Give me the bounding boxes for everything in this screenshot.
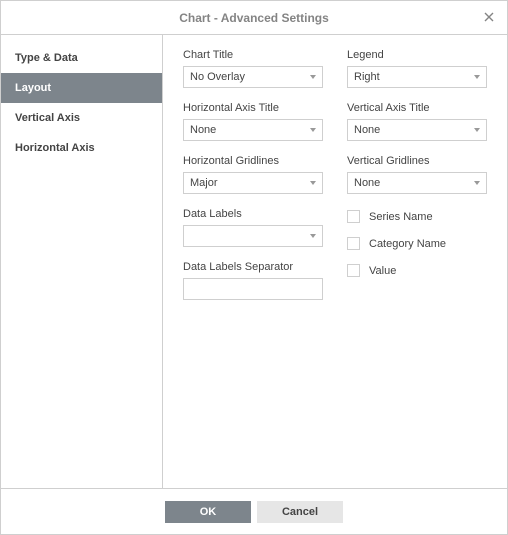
- v-gridlines-label: Vertical Gridlines: [347, 155, 487, 167]
- sidebar: Type & Data Layout Vertical Axis Horizon…: [1, 35, 163, 488]
- legend-select[interactable]: Right: [347, 66, 487, 88]
- h-axis-title-value: None: [190, 124, 216, 136]
- v-gridlines-select[interactable]: None: [347, 172, 487, 194]
- ok-button-label: OK: [200, 506, 217, 518]
- ok-button[interactable]: OK: [165, 501, 251, 523]
- sidebar-item-vertical-axis[interactable]: Vertical Axis: [1, 103, 162, 133]
- v-gridlines-value: None: [354, 177, 380, 189]
- h-gridlines-select[interactable]: Major: [183, 172, 323, 194]
- sidebar-item-horizontal-axis[interactable]: Horizontal Axis: [1, 133, 162, 163]
- dialog-body: Type & Data Layout Vertical Axis Horizon…: [1, 35, 507, 488]
- checkbox-category-name[interactable]: Category Name: [347, 237, 487, 250]
- h-gridlines-label: Horizontal Gridlines: [183, 155, 323, 167]
- sidebar-item-label: Horizontal Axis: [15, 142, 95, 154]
- content-layout: Chart Title No Overlay Legend Right Hori…: [163, 35, 507, 488]
- sidebar-item-label: Layout: [15, 82, 51, 94]
- data-labels-separator-label: Data Labels Separator: [183, 261, 323, 273]
- chart-title-value: No Overlay: [190, 71, 245, 83]
- legend-value: Right: [354, 71, 380, 83]
- data-labels-select[interactable]: [183, 225, 323, 247]
- cancel-button[interactable]: Cancel: [257, 501, 343, 523]
- data-labels-label: Data Labels: [183, 208, 323, 220]
- v-axis-title-select[interactable]: None: [347, 119, 487, 141]
- chart-title-label: Chart Title: [183, 49, 323, 61]
- checkbox-box: [347, 237, 360, 250]
- close-button[interactable]: [481, 9, 497, 25]
- footer: OK Cancel: [1, 488, 507, 534]
- sidebar-item-layout[interactable]: Layout: [1, 73, 162, 103]
- h-axis-title-select[interactable]: None: [183, 119, 323, 141]
- sidebar-item-type-data[interactable]: Type & Data: [1, 43, 162, 73]
- cancel-button-label: Cancel: [282, 506, 318, 518]
- dialog-title: Chart - Advanced Settings: [179, 11, 329, 25]
- sidebar-item-label: Type & Data: [15, 52, 78, 64]
- v-axis-title-label: Vertical Axis Title: [347, 102, 487, 114]
- checkbox-box: [347, 264, 360, 277]
- checkbox-box: [347, 210, 360, 223]
- v-axis-title-value: None: [354, 124, 380, 136]
- checkbox-label: Category Name: [369, 238, 446, 250]
- dialog-chart-advanced-settings: Chart - Advanced Settings Type & Data La…: [0, 0, 508, 535]
- data-labels-separator-input[interactable]: [183, 278, 323, 300]
- checkbox-label: Value: [369, 265, 396, 277]
- titlebar: Chart - Advanced Settings: [1, 1, 507, 35]
- h-gridlines-value: Major: [190, 177, 218, 189]
- h-axis-title-label: Horizontal Axis Title: [183, 102, 323, 114]
- checkbox-value[interactable]: Value: [347, 264, 487, 277]
- legend-label: Legend: [347, 49, 487, 61]
- checkbox-series-name[interactable]: Series Name: [347, 210, 487, 223]
- close-icon: [484, 12, 494, 22]
- chart-title-select[interactable]: No Overlay: [183, 66, 323, 88]
- checkbox-label: Series Name: [369, 211, 433, 223]
- sidebar-item-label: Vertical Axis: [15, 112, 80, 124]
